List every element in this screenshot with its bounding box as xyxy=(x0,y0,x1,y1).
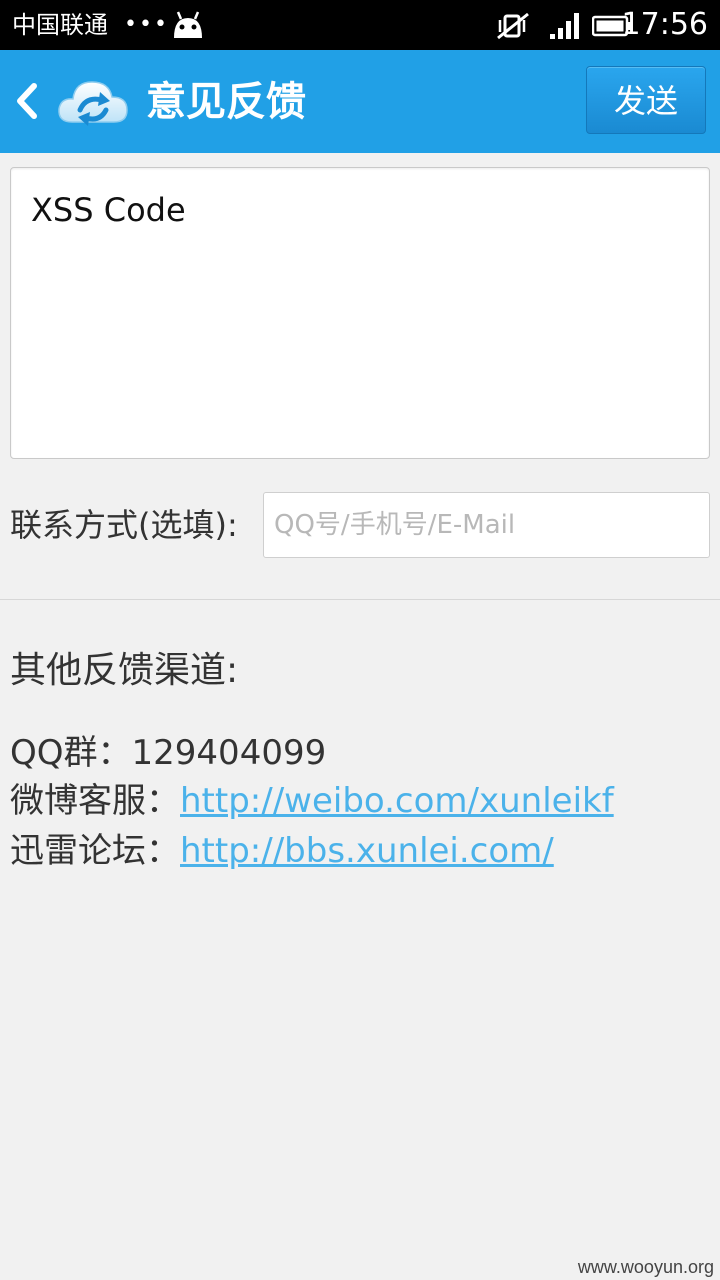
forum-link[interactable]: http://bbs.xunlei.com/ xyxy=(180,831,554,871)
title-bar: 意见反馈 发送 xyxy=(0,50,720,153)
contact-input[interactable]: QQ号/手机号/E-Mail xyxy=(263,492,710,558)
feedback-textarea[interactable]: XSS Code xyxy=(10,167,710,459)
channel-qq-group: QQ群：129404099 xyxy=(10,730,326,776)
watermark: www.wooyun.org xyxy=(577,1257,714,1277)
notification-dots: ••• xyxy=(124,12,169,37)
vibrate-mute-icon xyxy=(496,12,530,44)
channel-label: 微博客服： xyxy=(10,781,180,821)
channel-weibo: 微博客服：http://weibo.com/xunleikf xyxy=(10,778,614,824)
qq-group-number: 129404099 xyxy=(131,733,327,773)
other-channels-title: 其他反馈渠道: xyxy=(10,650,239,691)
signal-icon xyxy=(548,12,582,44)
contact-label: 联系方式(选填): xyxy=(10,506,238,544)
clock: 17:56 xyxy=(621,7,708,42)
carrier-name: 中国联通 xyxy=(12,11,108,39)
channel-forum: 迅雷论坛：http://bbs.xunlei.com/ xyxy=(10,828,554,874)
status-bar: 中国联通 ••• 17:56 xyxy=(0,0,720,50)
send-button[interactable]: 发送 xyxy=(586,66,706,134)
divider xyxy=(0,599,720,600)
weibo-link[interactable]: http://weibo.com/xunleikf xyxy=(180,781,614,821)
channel-label: QQ群： xyxy=(10,733,132,773)
back-button[interactable] xyxy=(10,76,46,126)
cloud-refresh-icon xyxy=(56,70,130,136)
page-title: 意见反馈 xyxy=(146,79,306,125)
chevron-left-icon xyxy=(17,83,37,119)
channel-label: 迅雷论坛： xyxy=(10,831,180,871)
android-icon xyxy=(170,10,206,44)
